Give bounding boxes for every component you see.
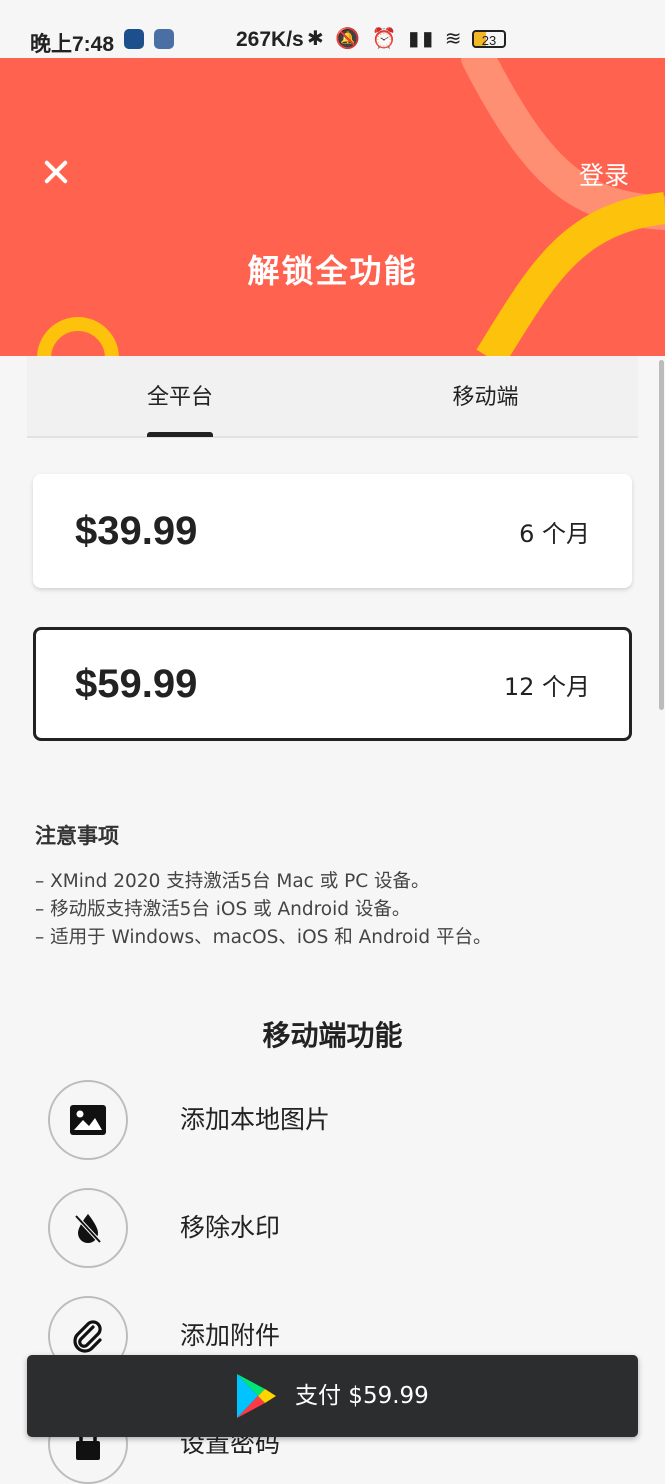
tab-selected-indicator [147,432,213,437]
app-notification-icon [124,29,144,49]
battery-icon: 23 [472,30,506,48]
status-time: 晚上7:48 [30,33,115,56]
feature-item-local-image: 添加本地图片 [48,1080,608,1160]
note-line: – 适用于 Windows、macOS、iOS 和 Android 平台。 [35,927,492,948]
image-icon [48,1080,128,1160]
plan-6-months[interactable]: $39.99 6 个月 [33,474,632,588]
plan-tabs: 全平台 移动端 [27,356,638,438]
system-status-icons: ✱ 🔕 ⏰ ▮▮ ≋ [307,28,465,50]
network-speed: 267K/s [236,28,304,51]
tab-all-platforms[interactable]: 全平台 [27,356,333,437]
header-banner: 登录 解锁全功能 [0,58,665,356]
notes-list: – XMind 2020 支持激活5台 Mac 或 PC 设备。 – 移动版支持… [35,868,492,952]
settings-notification-icon [154,29,174,49]
plan-12-months[interactable]: $59.99 12 个月 [33,627,632,741]
tab-mobile[interactable]: 移动端 [333,356,638,436]
pay-button[interactable]: 支付 $59.99 [27,1355,638,1437]
decorative-curves [37,58,665,356]
feature-item-remove-watermark: 移除水印 [48,1188,608,1268]
plan-price: $59.99 [75,661,198,706]
google-play-icon [237,1374,276,1418]
plan-period: 6 个月 [519,519,590,548]
login-link[interactable]: 登录 [579,156,629,192]
status-bar: 晚上7:48 267K/s ✱ 🔕 ⏰ ▮▮ ≋ 23 [0,0,665,58]
pay-button-label: 支付 $59.99 [295,1383,429,1409]
feature-label: 移除水印 [180,1213,281,1242]
note-line: – 移动版支持激活5台 iOS 或 Android 设备。 [35,899,411,920]
plan-price: $39.99 [75,508,198,553]
notes-title: 注意事项 [35,824,119,848]
page-title: 解锁全功能 [247,252,418,290]
tab-label: 全平台 [146,385,213,410]
note-line: – XMind 2020 支持激活5台 Mac 或 PC 设备。 [35,871,430,892]
features-title: 移动端功能 [262,1019,403,1052]
watermark-off-icon [48,1188,128,1268]
feature-label: 添加本地图片 [180,1105,331,1134]
close-button[interactable] [38,154,74,190]
feature-label: 添加附件 [180,1321,281,1350]
scrollbar[interactable] [659,360,664,710]
tab-label: 移动端 [452,385,519,410]
plan-period: 12 个月 [503,672,590,701]
